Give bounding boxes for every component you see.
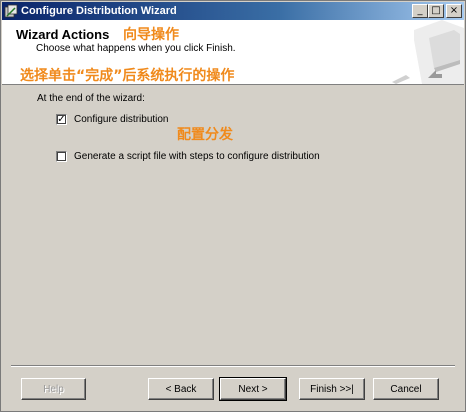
maximize-button[interactable]: □ xyxy=(428,4,444,18)
title-buttons: _ □ × xyxy=(412,4,462,18)
wizard-window: Configure Distribution Wizard _ □ × Wiza… xyxy=(0,0,466,412)
annotation-configure-distribution: 配置分发 xyxy=(177,127,233,143)
generate-script-label[interactable]: Generate a script file with steps to con… xyxy=(74,151,320,162)
cancel-button[interactable]: Cancel xyxy=(373,378,439,400)
annotation-title: 向导操作 xyxy=(123,27,179,43)
help-button[interactable]: Help xyxy=(21,378,86,400)
annotation-subtitle: 选择单击“完成”后系统执行的操作 xyxy=(20,68,235,84)
close-button[interactable]: × xyxy=(446,4,462,18)
header-decoration-icon xyxy=(384,20,464,84)
generate-script-checkbox[interactable] xyxy=(56,151,67,162)
title-bar[interactable]: Configure Distribution Wizard _ □ × xyxy=(2,2,464,20)
configure-distribution-checkbox[interactable]: ✓ xyxy=(56,114,67,125)
finish-button[interactable]: Finish >>| xyxy=(299,378,365,400)
end-of-wizard-label: At the end of the wizard: xyxy=(37,93,145,104)
wizard-app-icon xyxy=(4,4,18,18)
configure-distribution-option[interactable]: ✓ Configure distribution xyxy=(56,114,169,125)
configure-distribution-label[interactable]: Configure distribution xyxy=(74,114,169,125)
generate-script-option[interactable]: Generate a script file with steps to con… xyxy=(56,151,320,162)
button-separator xyxy=(11,365,455,367)
next-button[interactable]: Next > xyxy=(219,377,287,401)
back-button[interactable]: < Back xyxy=(148,378,214,400)
page-title: Wizard Actions xyxy=(16,27,110,42)
window-title: Configure Distribution Wizard xyxy=(21,5,177,17)
page-subtitle: Choose what happens when you click Finis… xyxy=(36,43,236,54)
wizard-header: Wizard Actions Choose what happens when … xyxy=(2,20,464,85)
minimize-button[interactable]: _ xyxy=(412,4,428,18)
